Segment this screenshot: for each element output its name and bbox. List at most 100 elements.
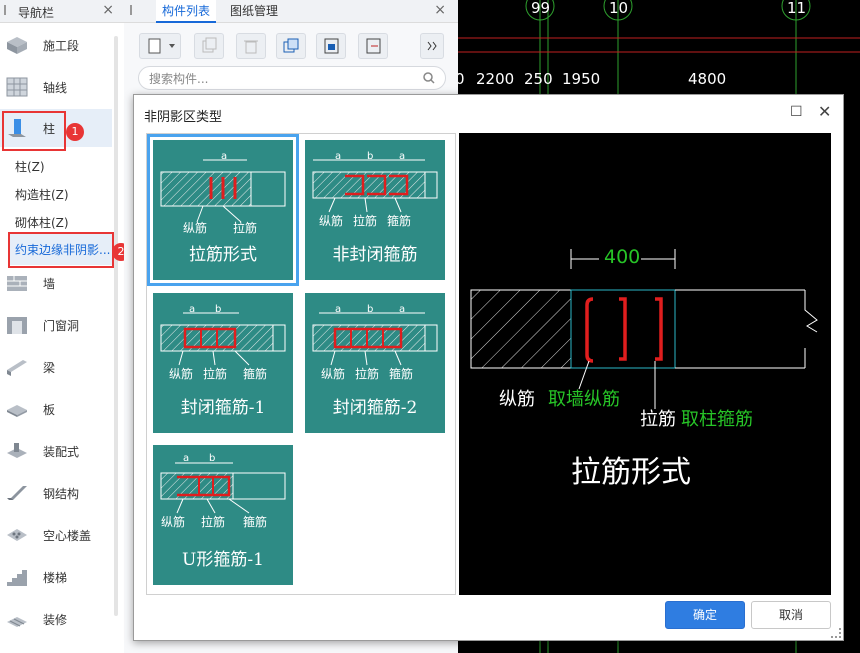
type-card-u-stirrup-1[interactable]: a b 纵筋 拉筋 箍筋 U形箍筋-1 xyxy=(153,445,293,585)
close-icon[interactable]: ✕ xyxy=(818,102,831,121)
wall-icon xyxy=(7,276,27,291)
panel-collapse-icon[interactable] xyxy=(130,5,140,15)
dimension-text: 2200 xyxy=(476,70,515,88)
sub-item-column-z[interactable]: 柱(Z) xyxy=(15,158,45,175)
layer-copy-button[interactable] xyxy=(316,33,346,59)
extract-icon xyxy=(366,38,381,54)
nav-header: 导航栏 × xyxy=(0,0,124,23)
dimension-text: 0 xyxy=(458,70,465,88)
type-gallery: a 纵筋 拉筋 拉筋形式 a b a 纵筋 拉筋 箍筋 非封闭箍筋 a b 纵筋… xyxy=(146,133,456,595)
preview-note-long-rebar: 取墙纵筋 xyxy=(548,389,620,410)
card-caption: 非封闭箍筋 xyxy=(332,245,418,265)
search-icon xyxy=(423,72,435,84)
annotation-box-1 xyxy=(2,111,66,151)
nav-item-door-window[interactable]: 门窗洞 xyxy=(0,306,112,344)
nav-item-label: 装修 xyxy=(43,613,68,627)
nav-item-axis[interactable]: 轴线 xyxy=(0,68,112,106)
nav-item-label: 梁 xyxy=(43,361,56,375)
nav-item-stairs[interactable]: 楼梯 xyxy=(0,558,112,596)
layer-copy-icon xyxy=(324,38,339,54)
dim-a: a xyxy=(399,304,406,315)
nav-item-wall[interactable]: 墙 xyxy=(0,264,112,302)
preview-note-tie-bar: 取柱箍筋 xyxy=(681,409,753,430)
door-window-icon xyxy=(7,317,27,334)
label-stirrup: 箍筋 xyxy=(243,515,268,529)
preview-label-long-rebar: 纵筋 xyxy=(499,389,535,410)
nav-close-icon[interactable]: × xyxy=(102,2,114,18)
trash-icon xyxy=(244,40,258,54)
nav-item-label: 施工段 xyxy=(43,39,80,53)
sub-item-constructional-column[interactable]: 构造柱(Z) xyxy=(15,186,69,203)
ok-button[interactable]: 确定 xyxy=(665,601,745,629)
label-stirrup: 箍筋 xyxy=(243,367,268,381)
duplicate-button[interactable] xyxy=(276,33,306,59)
panel-tabs: 构件列表 图纸管理 × xyxy=(124,0,458,23)
label-long-rebar: 纵筋 xyxy=(183,221,208,235)
label-tie-bar: 拉筋 xyxy=(201,515,226,529)
nav-item-hollow-floor[interactable]: 空心楼盖 xyxy=(0,516,112,554)
nav-scrollbar[interactable] xyxy=(114,36,118,616)
preview-caption: 拉筋形式 xyxy=(571,455,691,490)
dim-a: a xyxy=(189,304,196,315)
dim-b: b xyxy=(367,151,374,162)
preview-label-tie-bar: 拉筋 xyxy=(640,409,676,430)
label-long-rebar: 纵筋 xyxy=(319,214,344,228)
nav-item-label: 轴线 xyxy=(43,81,68,95)
card-caption: 拉筋形式 xyxy=(189,245,257,265)
copy-button[interactable] xyxy=(194,33,224,59)
dimension-text: 1950 xyxy=(562,70,601,88)
label-tie-bar: 拉筋 xyxy=(233,221,258,235)
nav-item-decoration[interactable]: 装修 xyxy=(0,600,112,638)
cancel-button[interactable]: 取消 xyxy=(751,601,831,629)
axis-grid-icon xyxy=(6,77,28,97)
annotation-badge-1: 1 xyxy=(66,123,84,141)
nav-item-label: 板 xyxy=(43,403,56,417)
nav-item-slab[interactable]: 板 xyxy=(0,390,112,428)
type-card-non-closed-stirrup[interactable]: a b a 纵筋 拉筋 箍筋 非封闭箍筋 xyxy=(305,140,445,280)
nav-item-label: 钢结构 xyxy=(43,487,80,501)
nav-item-beam[interactable]: 梁 xyxy=(0,348,112,386)
extract-button[interactable] xyxy=(358,33,388,59)
hollow-floor-icon xyxy=(7,529,27,541)
decoration-icon xyxy=(7,617,27,627)
type-card-closed-stirrup-1[interactable]: a b 纵筋 拉筋 箍筋 封闭箍筋-1 xyxy=(153,293,293,433)
search-box[interactable]: 搜索构件... xyxy=(138,66,446,90)
card-caption: 封闭箍筋-2 xyxy=(332,398,418,418)
tie-bar-preview-diagram xyxy=(470,249,818,409)
label-tie-bar: 拉筋 xyxy=(203,367,228,381)
label-tie-bar: 拉筋 xyxy=(353,214,378,228)
nav-item-prefab[interactable]: 装配式 xyxy=(0,432,112,470)
type-card-tie-bar[interactable]: a 纵筋 拉筋 拉筋形式 xyxy=(147,134,299,286)
resize-grip-icon[interactable] xyxy=(831,628,841,638)
more-button[interactable] xyxy=(420,33,444,59)
duplicate-icon xyxy=(283,38,299,53)
nav-collapse-icon[interactable] xyxy=(4,5,14,15)
sub-item-masonry-column[interactable]: 砌体柱(Z) xyxy=(15,214,69,231)
dialog-title: 非阴影区类型 xyxy=(144,110,223,125)
tab-component-list[interactable]: 构件列表 xyxy=(156,0,217,23)
search-input[interactable]: 搜索构件... xyxy=(149,70,208,87)
type-card-closed-stirrup-2[interactable]: a b a 纵筋 拉筋 箍筋 封闭箍筋-2 xyxy=(305,293,445,433)
dimension-text: 250 xyxy=(524,70,553,88)
card-caption: U形箍筋-1 xyxy=(182,550,264,570)
delete-button[interactable] xyxy=(236,33,266,59)
tab-drawing-management[interactable]: 图纸管理 xyxy=(224,0,284,22)
dim-a: a xyxy=(399,151,406,162)
copy-icon xyxy=(202,37,217,53)
slab-icon xyxy=(7,405,27,417)
stairs-icon xyxy=(7,570,27,586)
maximize-icon[interactable]: ☐ xyxy=(790,104,803,120)
panel-close-icon[interactable]: × xyxy=(434,2,446,18)
nav-item-label: 空心楼盖 xyxy=(43,529,92,543)
nav-item-construction-section[interactable]: 施工段 xyxy=(0,26,112,64)
dim-a: a xyxy=(335,151,342,162)
nav-item-steel-structure[interactable]: 钢结构 xyxy=(0,474,112,512)
dim-a: a xyxy=(183,453,190,464)
nav-title: 导航栏 xyxy=(18,6,55,20)
nav-item-label: 楼梯 xyxy=(43,571,68,585)
label-tie-bar: 拉筋 xyxy=(355,367,380,381)
beam-icon xyxy=(7,360,27,376)
new-file-icon xyxy=(148,38,175,54)
dimension-text: 4800 xyxy=(688,70,727,88)
new-component-button[interactable] xyxy=(139,33,181,59)
